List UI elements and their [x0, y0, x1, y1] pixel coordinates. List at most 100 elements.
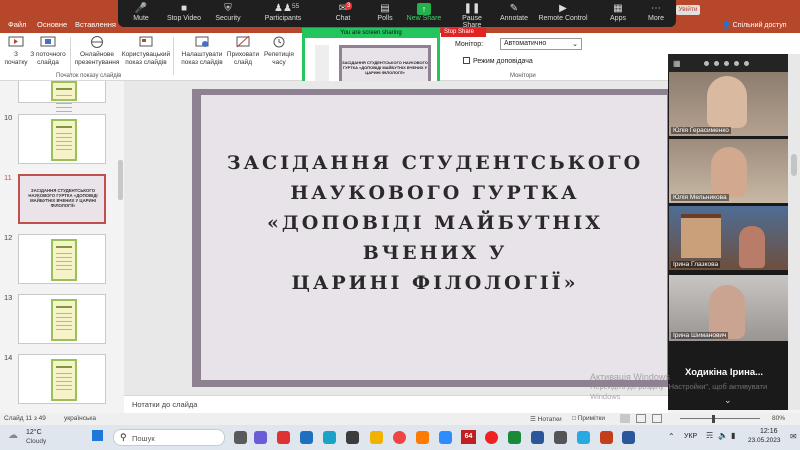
opera-icon[interactable]: [485, 431, 498, 444]
watermark-text: Windows: [590, 392, 621, 401]
task-view-icon[interactable]: [234, 431, 247, 444]
view-icon[interactable]: ▦: [673, 59, 681, 68]
more-button[interactable]: ⋯ More: [645, 3, 667, 22]
comments-toggle[interactable]: □ Примітки: [572, 415, 605, 422]
setup-show-button[interactable]: Налаштувати показ слайдів: [178, 35, 226, 67]
signin-button[interactable]: Увійти: [676, 5, 700, 15]
apps-icon: ▦: [613, 3, 623, 14]
app-icon[interactable]: [300, 431, 313, 444]
from-beginning-button[interactable]: З початку: [4, 35, 28, 67]
scrollbar-thumb[interactable]: [791, 154, 797, 176]
folder-icon[interactable]: [370, 431, 383, 444]
notes-toggle[interactable]: ☰ Нотатки: [530, 415, 562, 423]
custom-show-button[interactable]: Користувацький показ слайдів: [121, 35, 171, 67]
battery-icon[interactable]: ▮: [731, 431, 735, 440]
apps-button[interactable]: ▦ Apps: [607, 3, 629, 22]
tab-home[interactable]: Основне: [37, 20, 67, 29]
slide-thumbnail[interactable]: [18, 114, 106, 164]
participant-video[interactable]: Ірина Шиманович: [669, 275, 788, 341]
slideshow-current-icon: [40, 36, 56, 47]
certificate-image: [51, 239, 77, 281]
slide-title-line: ЗАСІДАННЯ СТУДЕНТСЬКОГО: [226, 152, 644, 174]
polls-button[interactable]: ▤ Polls: [374, 3, 396, 22]
annotate-button[interactable]: ✎ Annotate: [499, 3, 529, 22]
monitor-select[interactable]: Автоматично ⌄: [500, 38, 582, 50]
clock-time[interactable]: 12:16: [760, 428, 778, 435]
slide-thumbnail[interactable]: [18, 354, 106, 404]
app-icon[interactable]: [346, 431, 359, 444]
present-online-button[interactable]: Онлайнове презентування: [74, 35, 120, 67]
mute-button[interactable]: 🎤 Mute: [128, 3, 154, 22]
notes-toggle-label: Нотатки: [537, 416, 562, 423]
clock-date[interactable]: 23.05.2023: [748, 437, 781, 444]
page-dot[interactable]: [704, 61, 709, 66]
edge-icon[interactable]: [323, 431, 336, 444]
slide-number: 10: [4, 113, 13, 122]
slide-thumbnail[interactable]: [18, 234, 106, 284]
notification-icon[interactable]: ✉: [790, 432, 797, 441]
windows-activation-watermark: Активація Windows Перейдіть до розділу "…: [590, 372, 790, 402]
participant-video[interactable]: Юлія Мельникова: [669, 139, 788, 203]
app-icon[interactable]: [531, 431, 544, 444]
windows-start-icon[interactable]: [92, 430, 103, 441]
participant-video[interactable]: Ірина Глазкова: [669, 206, 788, 270]
slide-title[interactable]: ЗАСІДАННЯ СТУДЕНТСЬКОГО НАУКОВОГО ГУРТКА…: [210, 148, 660, 298]
tab-file[interactable]: Файл: [8, 20, 26, 29]
ribbon-separator: [70, 37, 71, 75]
page-dot[interactable]: [744, 61, 749, 66]
keyboard-language[interactable]: УКР: [684, 433, 697, 440]
sharing-indicator[interactable]: You are screen sharing: [302, 28, 440, 38]
rehearse-timings-button[interactable]: Репетиція часу: [262, 35, 296, 67]
zoom-slider[interactable]: [680, 418, 760, 419]
chrome-icon[interactable]: [393, 431, 406, 444]
zoom-slider-handle[interactable]: [712, 415, 715, 423]
right-scrollbar[interactable]: [788, 54, 800, 410]
slide-thumbnail[interactable]: [18, 81, 106, 115]
zoom-app-icon[interactable]: [439, 431, 452, 444]
app-icon[interactable]: [554, 431, 567, 444]
zoom-toolbar: 🎤 Mute ■ Stop Video ⛨ Security ♟♟ Participan…: [118, 0, 676, 29]
from-current-button[interactable]: З поточного слайда: [30, 35, 66, 67]
slide-thumbnail[interactable]: [18, 294, 106, 344]
powerpoint-icon[interactable]: [600, 431, 613, 444]
word-icon[interactable]: [622, 431, 635, 444]
tab-insert[interactable]: Вставлення: [75, 20, 116, 29]
participant-video[interactable]: Юлія Герасименко: [669, 72, 788, 136]
share-access-button[interactable]: 👤 Спільний доступ: [722, 21, 787, 29]
page-dot[interactable]: [714, 61, 719, 66]
zoom-level[interactable]: 80%: [772, 415, 785, 422]
page-dot[interactable]: [724, 61, 729, 66]
mute-label: Mute: [133, 15, 149, 22]
reading-view-icon[interactable]: [652, 414, 662, 423]
hide-slide-button[interactable]: Приховати слайд: [226, 35, 260, 67]
teams-icon[interactable]: [254, 431, 267, 444]
slide-title-line: «ДОПОВІДІ МАЙБУТНІХ ВЧЕНИХ У: [267, 212, 603, 264]
sorter-view-icon[interactable]: [636, 414, 646, 423]
slide-number: 13: [4, 293, 13, 302]
remote-control-button[interactable]: ▶ Remote Control: [538, 3, 588, 22]
page-dot[interactable]: [734, 61, 739, 66]
app-icon[interactable]: [508, 431, 521, 444]
pause-share-label: Pause Share: [462, 15, 482, 29]
thumbnail-scrollbar[interactable]: [118, 160, 123, 200]
wifi-icon[interactable]: ☴: [706, 431, 713, 440]
security-button[interactable]: ⛨ Security: [213, 3, 243, 22]
weather-temp[interactable]: 12°C: [26, 429, 42, 436]
speaker-icon[interactable]: 🔈: [718, 431, 728, 440]
pause-share-button[interactable]: ❚❚ Pause Share: [452, 3, 492, 29]
chevron-up-icon[interactable]: ⌃: [668, 432, 675, 441]
custom-show-icon: [139, 36, 153, 47]
presenter-view-option[interactable]: Режим доповідача: [463, 57, 533, 65]
language-indicator[interactable]: українська: [64, 415, 96, 422]
stop-video-button[interactable]: ■ Stop Video: [166, 3, 202, 22]
notes-pane[interactable]: Нотатки до слайда: [124, 395, 668, 413]
app-badge-icon[interactable]: 64: [461, 430, 476, 444]
normal-view-icon[interactable]: [620, 414, 630, 423]
pdf-icon[interactable]: [277, 431, 290, 444]
taskbar-search[interactable]: ⚲ Пошук: [113, 429, 225, 446]
new-share-button[interactable]: ↑ New Share: [406, 3, 442, 22]
stop-share-button[interactable]: Stop Share: [441, 28, 486, 37]
telegram-icon[interactable]: [577, 431, 590, 444]
vlc-icon[interactable]: [416, 431, 429, 444]
slide-thumbnail-selected[interactable]: ЗАСІДАННЯ СТУДЕНТСЬКОГО НАУКОВОГО ГУРТКА…: [18, 174, 106, 224]
